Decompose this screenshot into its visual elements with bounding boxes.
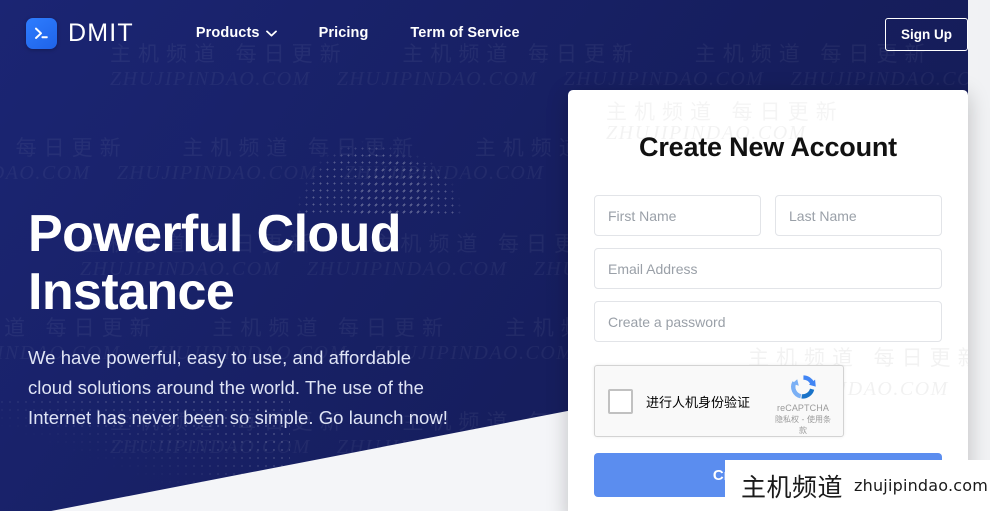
top-navigation-bar: DMIT Products Pricing Term of Service Si… bbox=[0, 0, 990, 66]
recaptcha-label: 进行人机身份验证 bbox=[646, 395, 751, 411]
nav-item-pricing-label: Pricing bbox=[318, 25, 369, 41]
watermark-badge: 主机频道 zhujipindao.com bbox=[725, 460, 990, 511]
brand-name-text: DMIT bbox=[68, 18, 134, 47]
recaptcha-branding: reCAPTCHA 隐私权 - 使用条款 bbox=[772, 373, 834, 436]
email-input[interactable] bbox=[594, 248, 942, 289]
recaptcha-terms-text[interactable]: 隐私权 - 使用条款 bbox=[772, 414, 834, 436]
nav-item-pricing[interactable]: Pricing bbox=[319, 25, 369, 41]
nav-item-products-label: Products bbox=[195, 25, 260, 41]
signup-form: 进行人机身份验证 reCAPTCHA 隐私权 - 使用条款 Create Acc… bbox=[568, 195, 968, 497]
recaptcha-checkbox[interactable] bbox=[608, 388, 633, 414]
card-title: Create New Account bbox=[639, 132, 897, 162]
nav-item-products[interactable]: Products bbox=[196, 25, 277, 41]
nav-item-term-of-service[interactable]: Term of Service bbox=[410, 25, 519, 41]
page-root: 主机频道 每日更新 主机频道 每日更新 主机频道 每日更新 主机频道 每日更新 … bbox=[0, 0, 990, 511]
hero-subline: We have powerful, easy to use, and affor… bbox=[28, 347, 448, 428]
nav-item-term-of-service-label: Term of Service bbox=[410, 25, 520, 41]
watermark-badge-cn: 主机频道 bbox=[741, 472, 844, 502]
terminal-prompt-icon bbox=[26, 17, 57, 49]
nav-links: Products Pricing Term of Service bbox=[196, 25, 520, 41]
name-row bbox=[594, 195, 942, 236]
signup-card: 主机频道 每日更新 ZHUJIPINDAO.COM 主机频道 每日更新 ZHUJ… bbox=[568, 90, 968, 511]
recaptcha-logo-icon bbox=[791, 375, 816, 399]
dotted-hill-graphic-secondary bbox=[330, 118, 480, 218]
password-input[interactable] bbox=[594, 301, 942, 342]
hero-text-block: Powerful Cloud Instance We have powerful… bbox=[28, 205, 458, 433]
brand-logo[interactable]: DMIT bbox=[26, 17, 134, 49]
hero-headline: Powerful Cloud Instance bbox=[28, 205, 402, 321]
first-name-input[interactable] bbox=[594, 195, 761, 236]
card-watermark-cn: 主机频道 每日更新 bbox=[606, 96, 844, 126]
recaptcha-widget[interactable]: 进行人机身份验证 reCAPTCHA 隐私权 - 使用条款 bbox=[594, 365, 844, 437]
sign-up-button[interactable]: Sign Up bbox=[885, 18, 968, 51]
recaptcha-brand-text: reCAPTCHA bbox=[777, 403, 829, 413]
last-name-input[interactable] bbox=[775, 195, 942, 236]
watermark-badge-en: zhujipindao.com bbox=[854, 476, 989, 495]
chevron-down-icon bbox=[265, 30, 277, 36]
